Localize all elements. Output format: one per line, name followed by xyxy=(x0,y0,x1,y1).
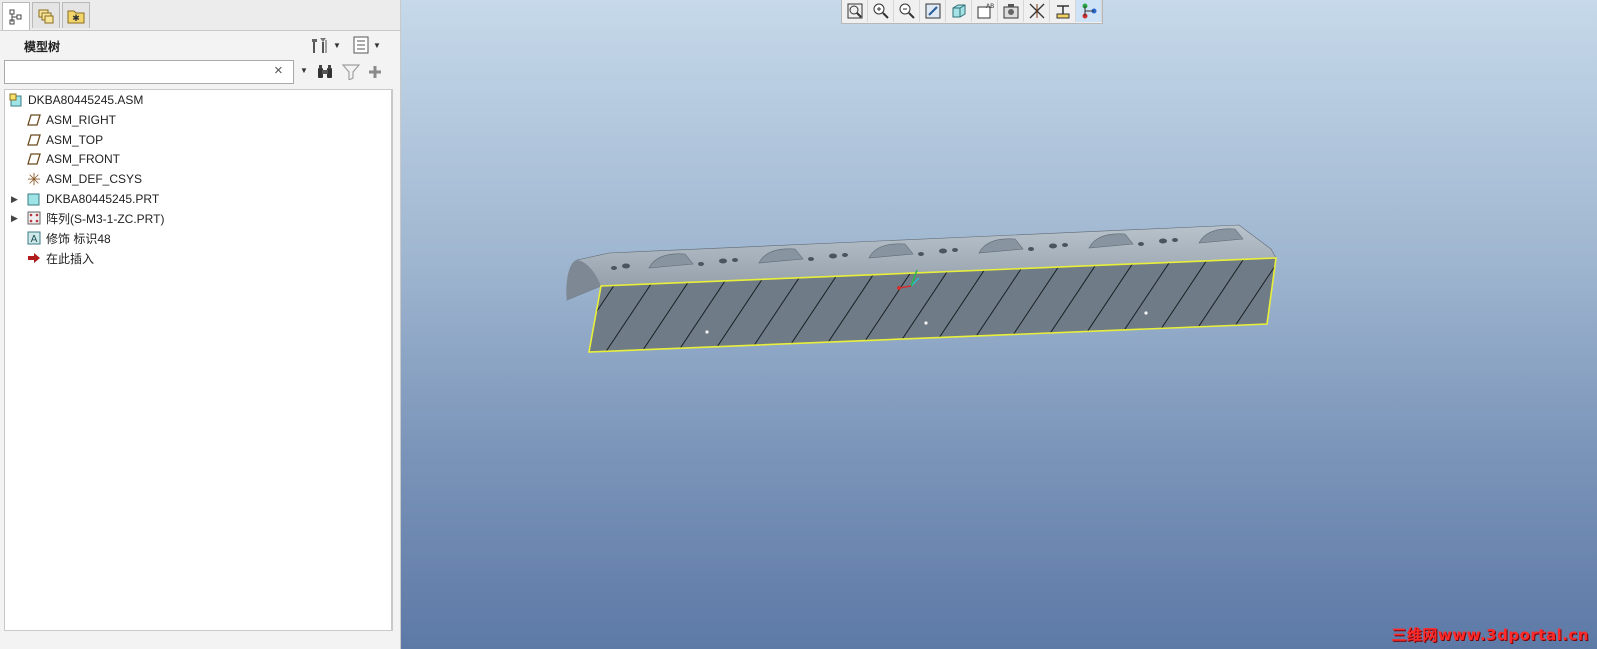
search-dropdown-icon[interactable]: ▼ xyxy=(300,66,308,75)
expand-arrow-icon[interactable]: ▶ xyxy=(11,194,18,205)
watermark-text: 三维网www.3dportal.cn xyxy=(1391,626,1589,644)
tab-model-tree[interactable] xyxy=(2,2,30,30)
model-tree-title: 模型树 xyxy=(24,40,61,54)
tree-item-assembly[interactable]: DKBA80445245.ASM xyxy=(9,91,143,109)
tree-item-asm-top[interactable]: ASM_TOP xyxy=(27,131,103,149)
datum-plane-icon xyxy=(27,113,41,127)
tab-layers[interactable] xyxy=(32,2,60,28)
tree-item-label: ASM_DEF_CSYS xyxy=(46,172,143,186)
tree-search-row: × ▼ xyxy=(4,60,396,86)
tree-item-asm-front[interactable]: ASM_FRONT xyxy=(27,150,120,168)
tree-item-pattern[interactable]: ▶ 阵列(S-M3-1-ZC.PRT) xyxy=(11,209,165,227)
filter-icon[interactable] xyxy=(342,64,360,80)
tree-item-part[interactable]: ▶ DKBA80445245.PRT xyxy=(11,190,160,208)
tree-item-cosmetic[interactable]: A 修饰 标识48 xyxy=(27,229,111,247)
pattern-icon xyxy=(27,211,41,225)
tree-item-label: 修饰 标识48 xyxy=(46,231,111,246)
model-tree-header: 模型树 ▼ ▼ xyxy=(4,32,396,58)
model-tree-panel: ✱ 模型树 ▼ ▼ × ▼ DKBA80445245.ASM ASM_RIGHT… xyxy=(0,0,401,649)
datum-plane-icon xyxy=(27,133,41,147)
tree-columns-icon xyxy=(353,36,369,54)
add-icon[interactable] xyxy=(368,65,382,79)
favorites-folder-icon: ✱ xyxy=(67,10,85,24)
expand-arrow-icon[interactable]: ▶ xyxy=(11,213,18,224)
chevron-down-icon: ▼ xyxy=(373,40,381,50)
tree-item-label: ASM_RIGHT xyxy=(46,113,117,127)
panel-tab-bar: ✱ xyxy=(0,0,400,31)
svg-text:A: A xyxy=(31,234,38,245)
tree-columns-button[interactable]: ▼ xyxy=(352,35,381,55)
model-tree: DKBA80445245.ASM ASM_RIGHT ASM_TOP ASM_F… xyxy=(4,89,393,631)
settings-button[interactable]: ▼ xyxy=(310,35,341,55)
tab-favorites[interactable]: ✱ xyxy=(62,2,90,28)
svg-text:✱: ✱ xyxy=(72,14,80,24)
layers-icon xyxy=(38,9,54,23)
tree-item-label: ASM_TOP xyxy=(46,133,104,147)
coordinate-system-icon xyxy=(27,172,41,186)
tree-item-asm-def-csys[interactable]: ASM_DEF_CSYS xyxy=(27,170,142,188)
settings-icon xyxy=(312,38,327,53)
tree-item-label: ASM_FRONT xyxy=(46,152,121,166)
tree-item-insert-here[interactable]: 在此插入 xyxy=(27,249,94,267)
model-tree-icon xyxy=(9,9,22,24)
tree-search-input[interactable] xyxy=(4,60,294,84)
cosmetic-annotation-icon: A xyxy=(27,231,41,245)
tree-item-label: 在此插入 xyxy=(46,251,95,266)
graphics-viewport[interactable]: AB 三维网www.3dportal.cn xyxy=(401,0,1597,649)
find-binoculars-icon[interactable] xyxy=(316,63,334,81)
assembly-icon xyxy=(9,93,23,107)
insert-here-arrow-icon xyxy=(27,251,41,265)
datum-plane-icon xyxy=(27,152,41,166)
chevron-down-icon: ▼ xyxy=(333,40,341,50)
tree-item-label: 阵列(S-M3-1-ZC.PRT) xyxy=(46,211,165,226)
clear-icon[interactable]: × xyxy=(274,62,283,79)
tree-item-asm-right[interactable]: ASM_RIGHT xyxy=(27,111,116,129)
part-icon xyxy=(27,192,41,206)
part-model-render[interactable] xyxy=(401,0,1597,649)
tree-item-label: DKBA80445245.PRT xyxy=(46,192,160,206)
tree-item-label: DKBA80445245.ASM xyxy=(28,93,144,107)
